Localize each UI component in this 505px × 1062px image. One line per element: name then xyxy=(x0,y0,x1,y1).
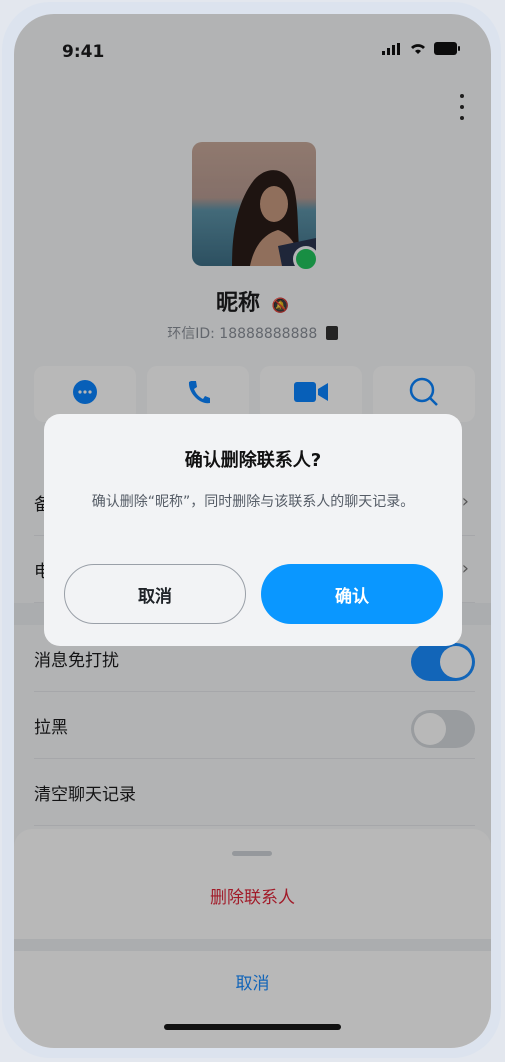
home-indicator xyxy=(164,1024,341,1030)
confirm-dialog: 确认删除联系人? 确认删除“昵称”，同时删除与该联系人的聊天记录。 取消 确认 xyxy=(44,414,462,646)
screen: 9:41 昵称 🔕 环信ID: 18888888888 备 › 电 › 消息免打… xyxy=(14,14,491,1048)
dialog-confirm-button[interactable]: 确认 xyxy=(261,564,443,624)
dialog-title: 确认删除联系人? xyxy=(184,450,322,471)
dialog-cancel-button[interactable]: 取消 xyxy=(64,564,246,624)
dialog-message: 确认删除“昵称”，同时删除与该联系人的聊天记录。 xyxy=(91,494,415,510)
phone-frame: 9:41 昵称 🔕 环信ID: 18888888888 备 › 电 › 消息免打… xyxy=(0,0,505,1062)
